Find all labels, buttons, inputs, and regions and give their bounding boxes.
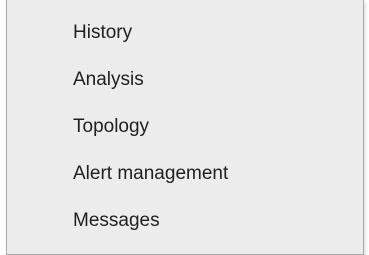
menu-item-analysis[interactable]: Analysis (7, 57, 363, 103)
context-menu: History Analysis Topology Alert manageme… (6, 0, 364, 255)
menu-item-messages[interactable]: Messages (7, 198, 363, 244)
menu-item-topology[interactable]: Topology (7, 104, 363, 150)
menu-item-alert-management[interactable]: Alert management (7, 151, 363, 197)
menu-item-history[interactable]: History (7, 10, 363, 56)
menu-item-label: Alert management (73, 163, 229, 184)
menu-item-label: Topology (73, 116, 150, 137)
menu-item-label: Messages (73, 210, 160, 231)
menu-item-label: Analysis (73, 69, 144, 90)
menu-item-label: History (73, 22, 133, 43)
